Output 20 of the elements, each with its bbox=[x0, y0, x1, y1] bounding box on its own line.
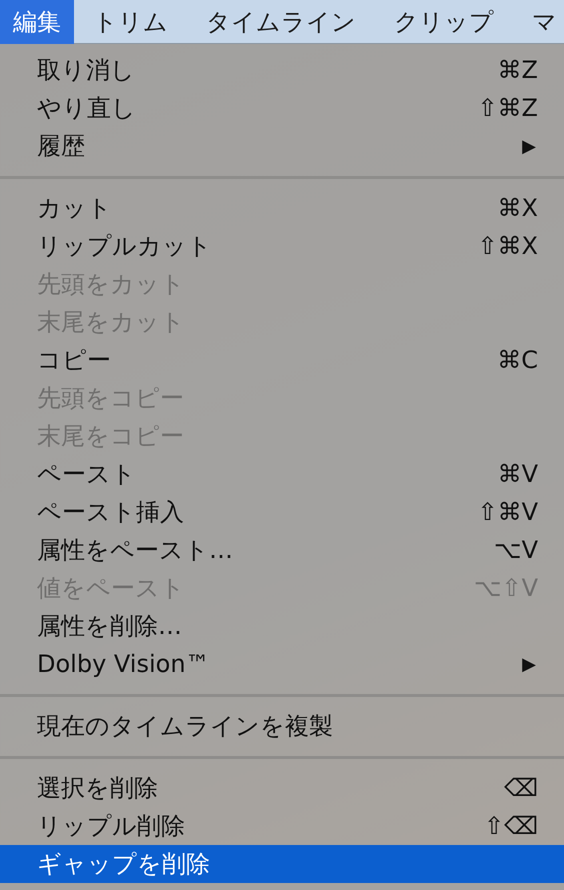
menu-bar-item[interactable]: トリム bbox=[74, 0, 187, 44]
menu-item[interactable]: ペースト ⌘V bbox=[0, 455, 564, 493]
menu-item[interactable]: Dolby Vision™ ▶ bbox=[0, 645, 564, 683]
menu-bar-item[interactable]: マ bbox=[513, 0, 564, 44]
menu-item[interactable]: カット ⌘X bbox=[0, 189, 564, 227]
menu-item[interactable]: 取り消し ⌘Z bbox=[0, 51, 564, 89]
menu-item[interactable]: 属性を削除… bbox=[0, 607, 564, 645]
menu-item[interactable]: 現在のタイムラインを複製 bbox=[0, 707, 564, 745]
menu-item[interactable]: 選択を削除 ⌫ bbox=[0, 769, 564, 807]
menu-item[interactable]: ギャップを削除 bbox=[0, 845, 564, 883]
menu-item[interactable]: 履歴 ▶ bbox=[0, 127, 564, 165]
menu-item[interactable]: コピー ⌘C bbox=[0, 341, 564, 379]
menu-item[interactable]: ペースト挿入 ⇧⌘V bbox=[0, 493, 564, 531]
menu-item[interactable]: 属性をペースト… ⌥V bbox=[0, 531, 564, 569]
menu-bar-item[interactable]: 編集 bbox=[0, 0, 74, 44]
menu-item[interactable]: リップル削除 ⇧⌫ bbox=[0, 807, 564, 845]
menu-bar-item[interactable]: タイムライン bbox=[187, 0, 375, 44]
menu-item[interactable]: リップルカット ⇧⌘X bbox=[0, 227, 564, 265]
menu-item[interactable]: やり直し ⇧⌘Z bbox=[0, 89, 564, 127]
menu-bar-item[interactable]: クリップ bbox=[375, 0, 513, 44]
